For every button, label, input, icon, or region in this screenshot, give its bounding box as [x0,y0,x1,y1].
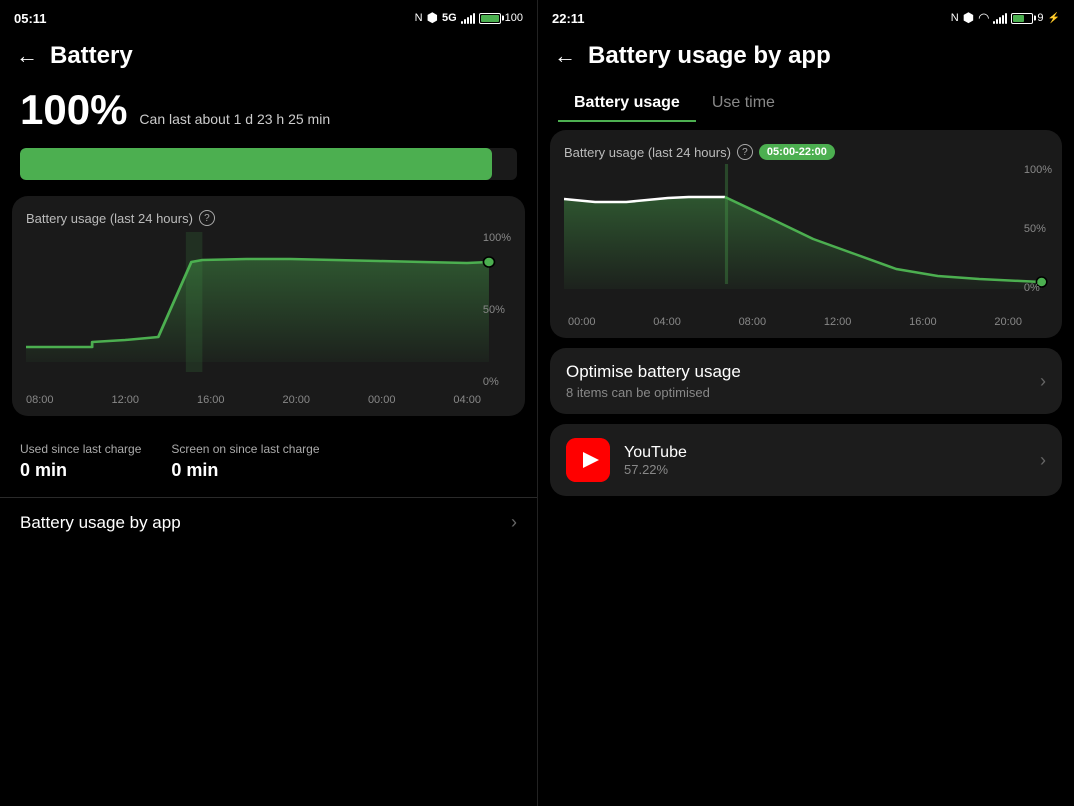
left-chart-svg [26,232,511,372]
wifi-icon: ◠ [978,10,989,26]
left-chart-card: Battery usage (last 24 hours) ? [12,196,525,416]
youtube-chevron-icon: › [1040,450,1046,471]
left-status-time: 05:11 [14,11,47,26]
right-status-bar: 22:11 N ⬢ ◠ 9 ⚡ [538,0,1074,32]
left-chart-area: 100% 50% 0% [26,232,511,392]
battery-icon [479,13,501,24]
usage-stat-used-value: 0 min [20,460,141,481]
battery-by-app-text: Battery usage by app [20,513,181,533]
battery-by-app-link[interactable]: Battery usage by app › [0,497,537,547]
right-chart-area: 100% 50% 0% [564,164,1052,314]
chevron-right-icon: › [511,512,517,533]
youtube-app-icon [566,438,610,482]
left-panel: 05:11 N ⬢ 5G 100 ← Battery 100% Can last… [0,0,537,806]
nfc-icon-right: N [951,12,959,24]
youtube-icon-svg [566,438,610,482]
usage-stats: Used since last charge 0 min Screen on s… [0,430,537,493]
left-chart-title: Battery usage (last 24 hours) ? [26,210,511,226]
youtube-app-card[interactable]: YouTube 57.22% › [550,424,1062,496]
network-icon: 5G [442,12,457,24]
right-status-icons: N ⬢ ◠ 9 ⚡ [951,10,1060,26]
help-icon[interactable]: ? [199,210,215,226]
help-icon-right[interactable]: ? [737,144,753,160]
battery-icon-right [1011,13,1033,24]
usage-stat-screen-label: Screen on since last charge [171,442,319,456]
right-header: ← Battery usage by app [538,32,1074,78]
battery-bar-fill [20,148,492,180]
left-page-title: Battery [50,42,133,70]
battery-description: Can last about 1 d 23 h 25 min [139,111,330,127]
right-chart-y-labels: 100% 50% 0% [1024,164,1052,314]
optimise-subtitle: 8 items can be optimised [566,385,741,400]
right-chart-svg [564,164,1052,294]
right-panel: 22:11 N ⬢ ◠ 9 ⚡ ← Battery usage by app [537,0,1074,806]
battery-percentage-row: 100% Can last about 1 d 23 h 25 min [0,78,537,138]
battery-label: 100 [505,12,523,24]
left-chart-y-labels: 100% 50% 0% [483,232,511,392]
right-chart-card: Battery usage (last 24 hours) ? 05:00-22… [550,130,1062,338]
right-chart-x-labels: 00:00 04:00 08:00 12:00 16:00 20:00 [564,314,1052,328]
signal-icon [461,13,475,24]
left-chart-x-labels: 08:00 12:00 16:00 20:00 00:00 04:00 [26,392,511,406]
charging-icon: ⚡ [1048,13,1060,24]
tab-battery-usage[interactable]: Battery usage [558,84,696,122]
usage-stat-used: Used since last charge 0 min [20,442,141,481]
youtube-info: YouTube 57.22% [624,444,1026,477]
usage-stat-screen-value: 0 min [171,460,319,481]
battery-label-right: 9 [1037,12,1043,24]
signal-icon-right [993,13,1007,24]
optimise-chevron-icon: › [1040,371,1046,392]
tab-use-time[interactable]: Use time [696,84,791,122]
battery-percentage: 100% [20,86,127,134]
youtube-name: YouTube [624,444,1026,462]
right-back-button[interactable]: ← [554,43,576,69]
right-status-time: 22:11 [552,11,585,26]
right-page-title: Battery usage by app [588,42,831,70]
optimise-title: Optimise battery usage [566,362,741,382]
battery-bar-container [20,148,517,180]
left-header: ← Battery [0,32,537,78]
right-chart-title-row: Battery usage (last 24 hours) ? 05:00-22… [564,144,1052,160]
usage-stat-used-label: Used since last charge [20,442,141,456]
youtube-pct: 57.22% [624,462,1026,477]
right-tabs: Battery usage Use time [538,78,1074,122]
optimise-card[interactable]: Optimise battery usage 8 items can be op… [550,348,1062,414]
bluetooth-icon-right: ⬢ [963,10,974,26]
time-range-badge: 05:00-22:00 [759,144,835,160]
bluetooth-icon: ⬢ [427,10,438,26]
left-status-icons: N ⬢ 5G 100 [415,10,523,26]
optimise-content: Optimise battery usage 8 items can be op… [566,362,741,400]
nfc-icon: N [415,12,423,24]
left-back-button[interactable]: ← [16,43,38,69]
left-status-bar: 05:11 N ⬢ 5G 100 [0,0,537,32]
usage-stat-screen: Screen on since last charge 0 min [171,442,319,481]
